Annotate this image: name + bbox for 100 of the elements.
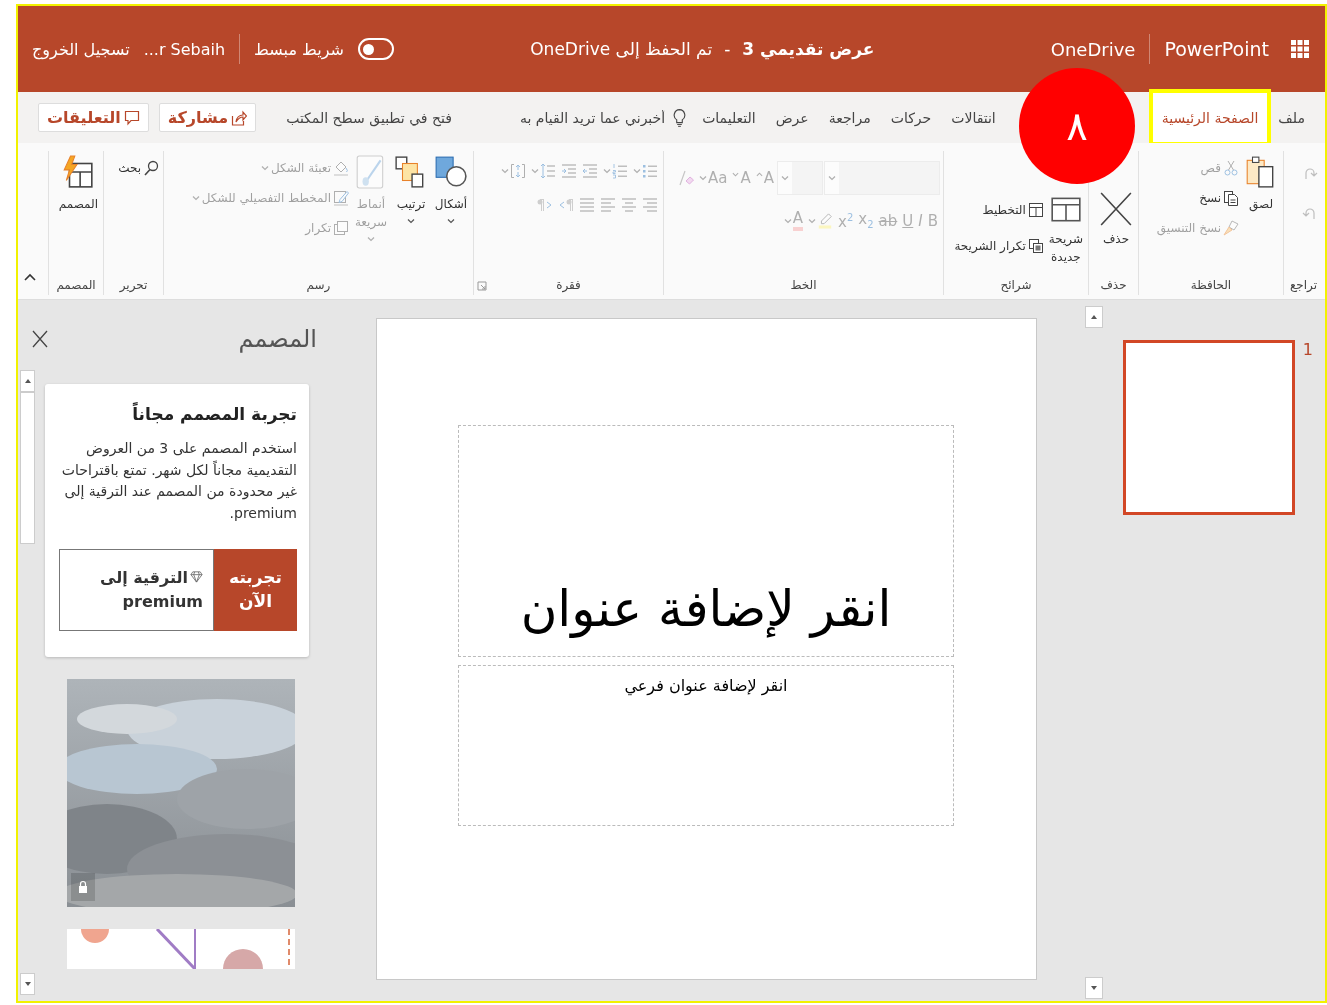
ribbon-tab[interactable]: ملف (1268, 92, 1315, 143)
align-right-icon (642, 197, 658, 213)
undo-arrow-icon (1302, 205, 1318, 221)
caret-up-icon (755, 170, 763, 178)
scroll-up-button[interactable] (1085, 306, 1103, 328)
group-label: المصمم (56, 278, 96, 292)
ribbon-tab[interactable]: انتقالات (941, 92, 1006, 143)
group-label: الخط (790, 278, 817, 292)
chevron-down-icon (699, 174, 707, 182)
lightbulb-icon (673, 107, 687, 128)
delete-button[interactable]: حذف (1097, 188, 1135, 252)
lock-icon (76, 879, 90, 894)
layout-icon (1027, 202, 1044, 218)
scroll-down-button[interactable] (1085, 977, 1103, 999)
title-separator: - (724, 39, 731, 59)
ribbon-tab[interactable]: حركات (880, 92, 942, 143)
arrange-button[interactable]: ترتيب (392, 151, 430, 275)
line-spacing-icon (540, 163, 556, 179)
slide-number: 1 (1302, 340, 1313, 359)
cross-icon (1099, 192, 1133, 226)
bullet-list-icon (642, 163, 658, 179)
ribbon-tab[interactable]: مراجعة (818, 92, 881, 143)
share-button[interactable]: مشاركة (158, 103, 257, 132)
ribbon-tab[interactable]: الصفحة الرئيسية (1151, 92, 1269, 143)
slide-thumbnail[interactable] (1122, 340, 1295, 515)
dialog-launcher-icon[interactable] (477, 281, 487, 291)
document-title[interactable]: عرض تقديمي 3 (742, 39, 875, 59)
share-icon (231, 109, 248, 126)
new-slide-button[interactable]: شريحة جديدة (1046, 188, 1085, 270)
scroll-thumb[interactable] (20, 392, 35, 544)
eraser-icon (678, 170, 694, 186)
scroll-up-button[interactable] (20, 370, 35, 392)
chevron-down-icon (447, 217, 455, 225)
paste-button[interactable]: لصق (1242, 151, 1280, 275)
duplicate-icon (333, 220, 349, 236)
subtitle-placeholder-text: انقر لإضافة عنوان فرعي (624, 676, 788, 695)
paragraph-rtl-icon (558, 197, 574, 213)
designer-button[interactable]: المصمم (56, 151, 100, 275)
chevron-down-icon (367, 235, 375, 243)
close-icon[interactable] (30, 328, 50, 350)
pencil-outline-icon (333, 190, 349, 206)
chevron-down-icon (191, 194, 200, 202)
duplicate-slide-button[interactable]: تكرار الشريحة (953, 235, 1045, 257)
grid-icon[interactable] (1291, 40, 1309, 58)
brush-icon (1223, 220, 1239, 236)
indent-left-icon (582, 163, 598, 179)
copy-icon (1223, 190, 1239, 206)
chevron-down-icon (260, 164, 269, 172)
redo-arrow-icon (1302, 165, 1318, 181)
group-label: الحافظة (1190, 278, 1232, 292)
group-label: تحرير (119, 278, 148, 292)
shapes-button[interactable]: أشكال (432, 151, 470, 275)
scissors-icon (1223, 160, 1239, 176)
lightning-layout-icon (61, 155, 96, 189)
indent-right-icon (561, 163, 577, 179)
chevron-down-icon (781, 174, 789, 182)
scroll-down-button[interactable] (20, 973, 35, 995)
title-placeholder[interactable]: انقر لإضافة عنوان (458, 425, 954, 657)
try-now-button[interactable]: تجربته الآن (214, 548, 297, 631)
caret-down-icon (732, 170, 740, 178)
duplicate-slide-icon (1027, 238, 1044, 254)
find-button[interactable]: بحث (117, 157, 160, 179)
promo-text: استخدم المصمم على 3 من العروض التقديمية مجاناً لكل شهر. تمتع باقتراحات غير محدودة من المصمم عند الترقية إلى premium. (60, 439, 297, 524)
align-left-icon (600, 197, 616, 213)
shapes-icon (434, 155, 468, 189)
paint-bucket-icon (333, 160, 349, 176)
open-in-desktop-link[interactable]: فتح في تطبيق سطح المكتب (286, 109, 452, 126)
toggle-label: شريط مبسط (254, 39, 344, 59)
service-link[interactable]: OneDrive (1050, 38, 1136, 60)
copy-button[interactable]: نسخ (1155, 187, 1240, 209)
ribbon-tab[interactable]: عرض (765, 92, 819, 143)
chevron-down-icon (531, 167, 539, 175)
upgrade-button[interactable]: الترقية إلى premium (59, 548, 214, 631)
pane-title: المصمم (238, 325, 317, 353)
save-status: تم الحفظ إلى OneDrive (530, 39, 713, 59)
sign-out-link[interactable]: تسجيل الخروج (32, 39, 130, 59)
chevron-down-icon (808, 217, 817, 225)
ribbon-tab[interactable]: التعليمات (692, 92, 766, 143)
group-label: فقرة (556, 278, 581, 292)
comments-button[interactable]: التعليقات (38, 103, 149, 132)
diamond-icon (190, 569, 203, 583)
toggle-switch[interactable] (357, 38, 394, 60)
justify-icon (579, 197, 595, 213)
chevron-down-icon (501, 167, 509, 175)
search-icon (143, 160, 159, 176)
chevron-down-icon (633, 167, 641, 175)
title-placeholder-text: انقر لإضافة عنوان (520, 580, 892, 638)
chevron-down-icon (828, 174, 836, 182)
app-name[interactable]: PowerPoint (1164, 38, 1269, 60)
paragraph-ltr-icon (537, 197, 553, 213)
caret-up-icon[interactable] (24, 273, 36, 281)
layout-button[interactable]: التخطيط (953, 199, 1045, 221)
group-label: تراجع (1289, 278, 1318, 292)
chevron-down-icon (783, 217, 792, 225)
highlighter-icon (817, 213, 834, 229)
subtitle-placeholder[interactable]: انقر لإضافة عنوان فرعي (458, 665, 954, 826)
group-label: رسم (306, 278, 331, 292)
chevron-down-icon (603, 167, 611, 175)
chevron-down-icon (407, 217, 415, 225)
user-name[interactable]: ...r Sebaih (143, 39, 226, 59)
